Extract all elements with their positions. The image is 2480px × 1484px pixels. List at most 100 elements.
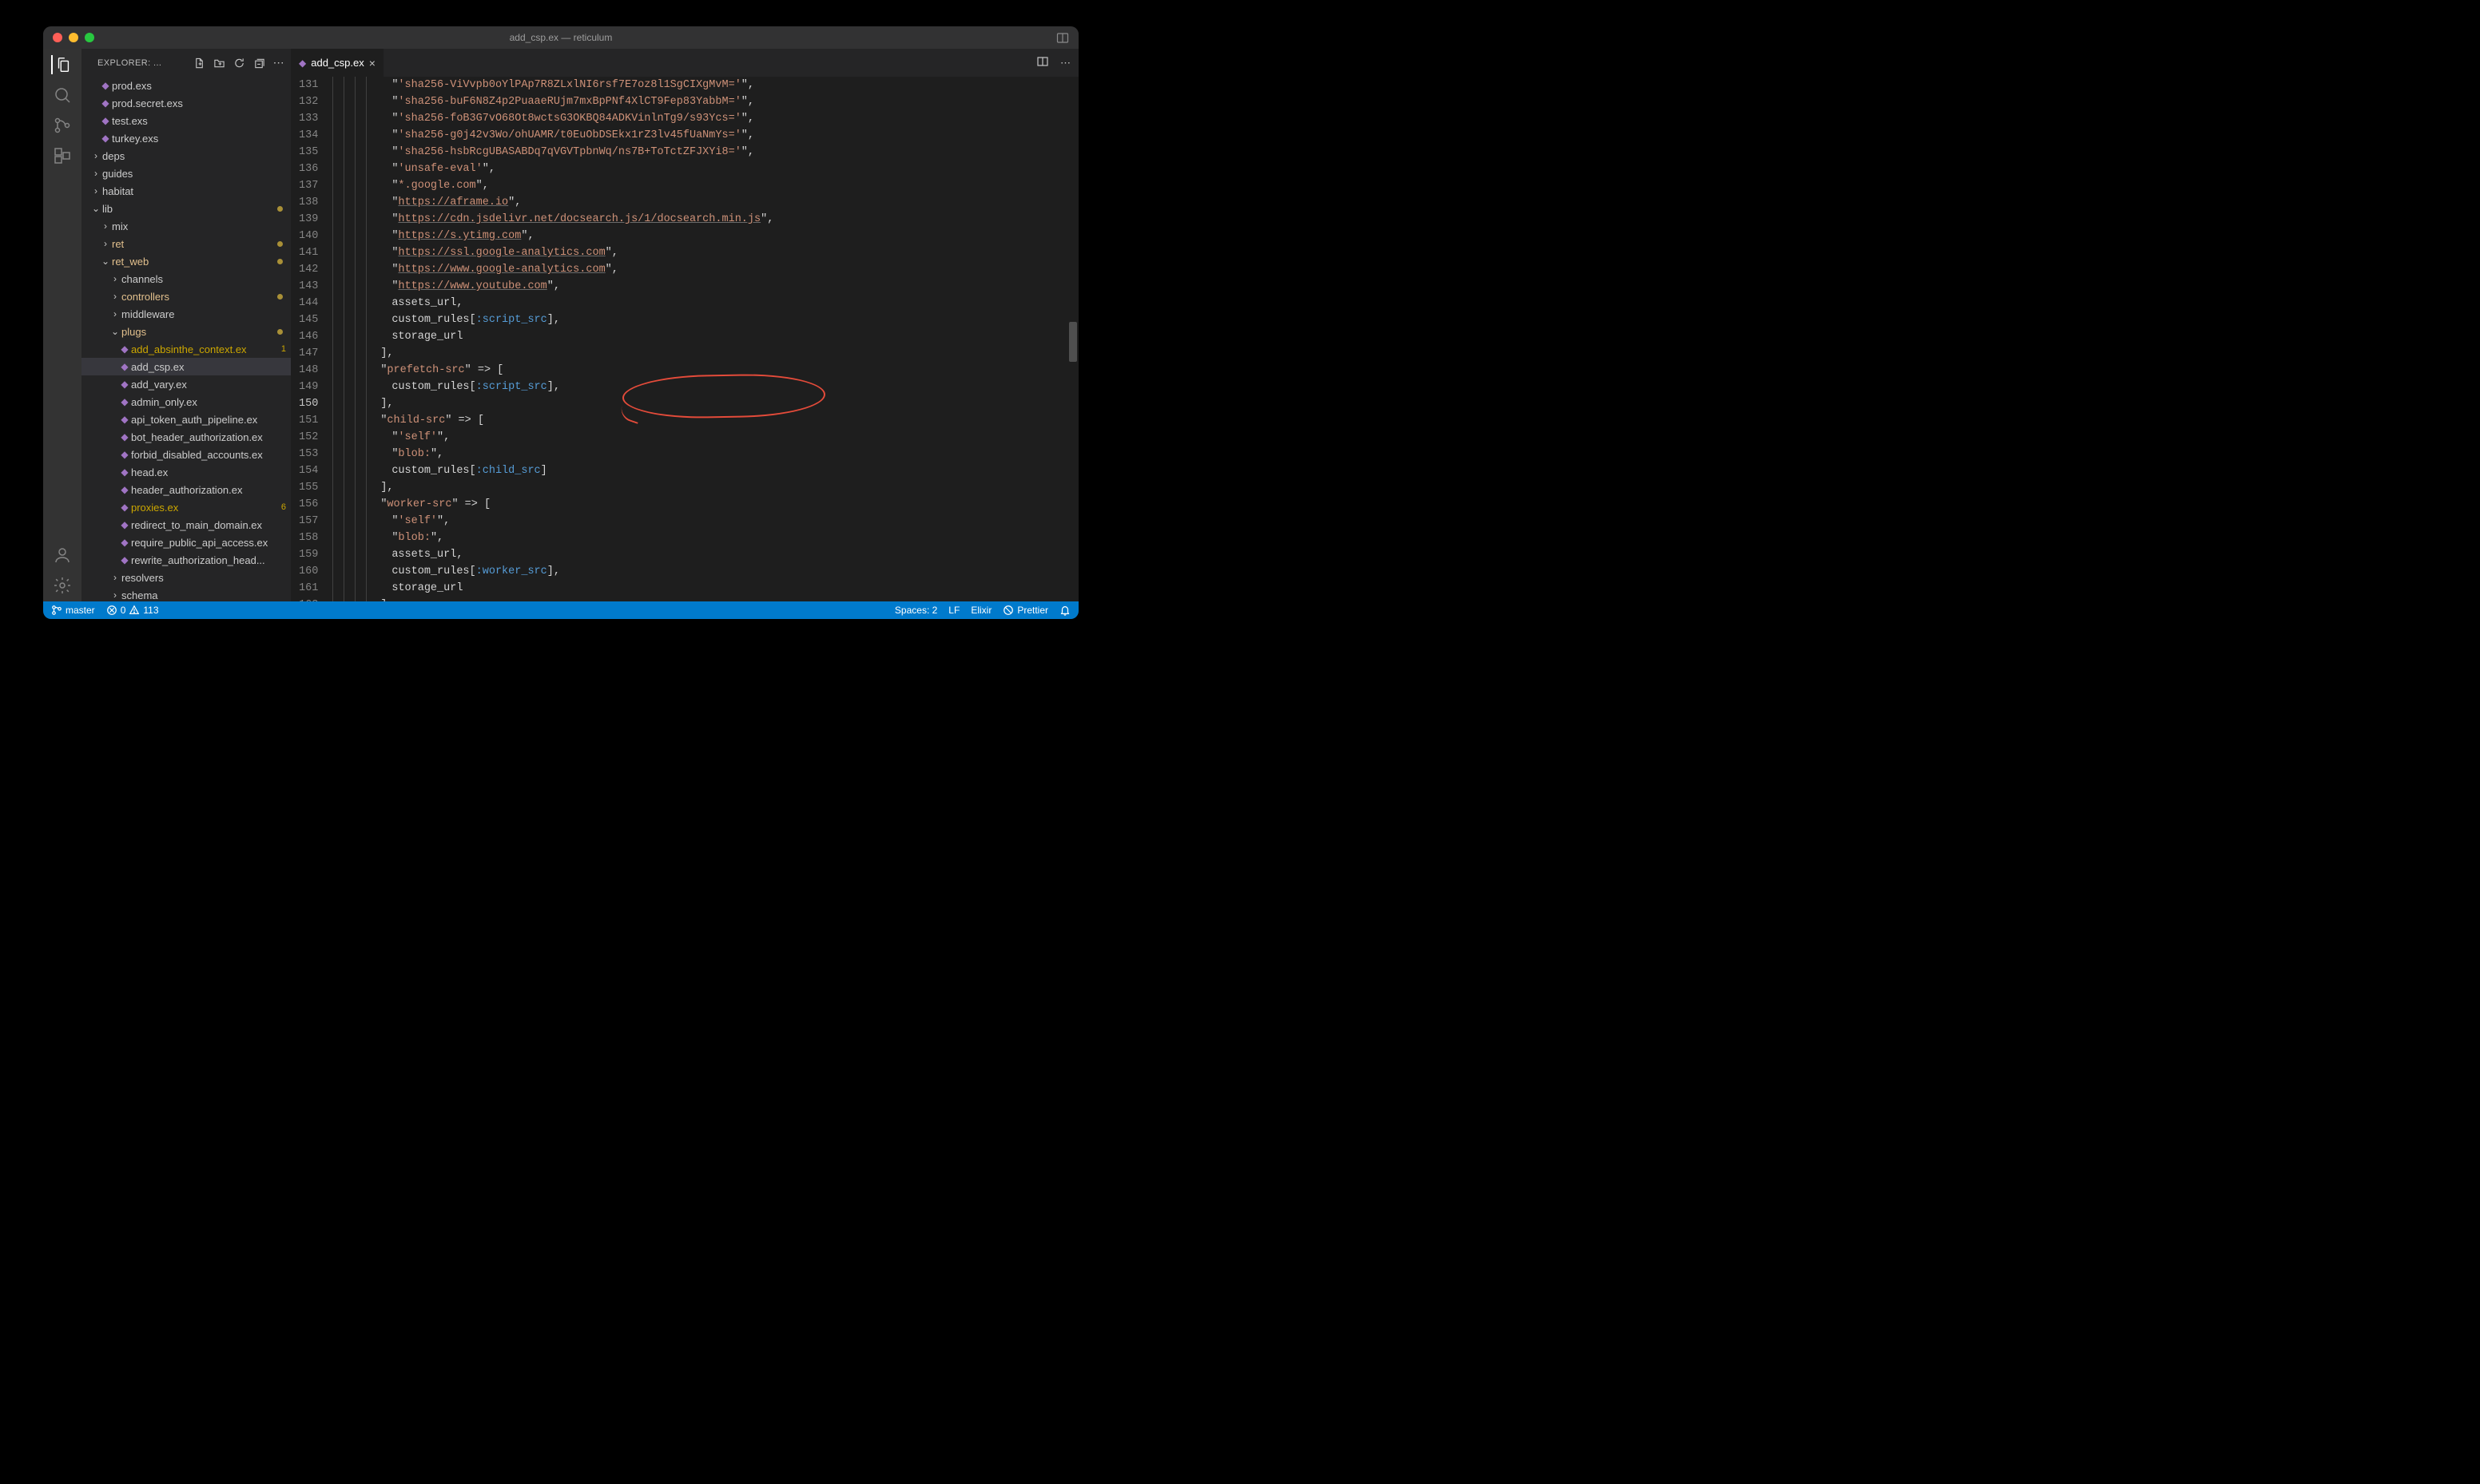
file-item[interactable]: ◆proxies.ex6 bbox=[81, 498, 291, 516]
code-line[interactable]: "blob:", bbox=[380, 530, 1079, 546]
editor-scrollbar[interactable] bbox=[1067, 77, 1079, 601]
folder-item[interactable]: ›resolvers bbox=[81, 569, 291, 586]
folder-item[interactable]: ›habitat bbox=[81, 182, 291, 200]
file-item[interactable]: ◆forbid_disabled_accounts.ex bbox=[81, 446, 291, 463]
folder-item[interactable]: ›channels bbox=[81, 270, 291, 288]
file-tree[interactable]: ◆prod.exs◆prod.secret.exs◆test.exs◆turke… bbox=[81, 77, 291, 601]
file-item[interactable]: ◆rewrite_authorization_head... bbox=[81, 551, 291, 569]
file-item[interactable]: ◆add_csp.ex bbox=[81, 358, 291, 375]
file-item[interactable]: ◆add_vary.ex bbox=[81, 375, 291, 393]
code-line[interactable]: "prefetch-src" => [ bbox=[380, 362, 1079, 379]
editor-tab[interactable]: ◆ add_csp.ex × bbox=[291, 49, 384, 77]
file-item[interactable]: ◆bot_header_authorization.ex bbox=[81, 428, 291, 446]
file-item[interactable]: ◆header_authorization.ex bbox=[81, 481, 291, 498]
code-line[interactable]: "*.google.com", bbox=[380, 177, 1079, 194]
git-branch-status[interactable]: master bbox=[51, 605, 95, 616]
folder-item[interactable]: ›schema bbox=[81, 586, 291, 601]
new-folder-icon[interactable] bbox=[213, 56, 225, 70]
code-line[interactable]: "'sha256-ViVvpb0oYlPAp7R8ZLxlNI6rsf7E7oz… bbox=[380, 77, 1079, 93]
line-number: 139 bbox=[299, 211, 318, 228]
file-item[interactable]: ◆add_absinthe_context.ex1 bbox=[81, 340, 291, 358]
refresh-icon[interactable] bbox=[233, 56, 245, 70]
search-activity-icon[interactable] bbox=[53, 85, 72, 105]
code-line[interactable]: custom_rules[:child_src] bbox=[380, 462, 1079, 479]
close-tab-icon[interactable]: × bbox=[369, 57, 376, 69]
settings-gear-icon[interactable] bbox=[53, 576, 72, 595]
code-line[interactable]: "https://ssl.google-analytics.com", bbox=[380, 244, 1079, 261]
folder-item[interactable]: ›guides bbox=[81, 165, 291, 182]
maximize-window-button[interactable] bbox=[85, 33, 94, 42]
code-line[interactable]: "blob:", bbox=[380, 446, 1079, 462]
more-icon[interactable]: ⋯ bbox=[273, 56, 284, 70]
file-item[interactable]: ◆api_token_auth_pipeline.ex bbox=[81, 411, 291, 428]
file-item[interactable]: ◆head.ex bbox=[81, 463, 291, 481]
item-label: deps bbox=[102, 150, 125, 162]
line-number: 136 bbox=[299, 161, 318, 177]
code-line[interactable]: "https://www.google-analytics.com", bbox=[380, 261, 1079, 278]
folder-item[interactable]: ›middleware bbox=[81, 305, 291, 323]
code-line[interactable]: ], bbox=[380, 597, 1079, 601]
split-editor-icon[interactable] bbox=[1036, 55, 1049, 70]
item-label: head.ex bbox=[131, 466, 168, 478]
close-window-button[interactable] bbox=[53, 33, 62, 42]
folder-item[interactable]: ›controllers bbox=[81, 288, 291, 305]
code-line[interactable]: "'sha256-g0j42v3Wo/ohUAMR/t0EuObDSEkx1rZ… bbox=[380, 127, 1079, 144]
explorer-activity-icon[interactable] bbox=[51, 55, 72, 74]
code-line[interactable]: "worker-src" => [ bbox=[380, 496, 1079, 513]
problems-status[interactable]: 0 113 bbox=[106, 605, 159, 616]
minimize-window-button[interactable] bbox=[69, 33, 78, 42]
eol-status[interactable]: LF bbox=[948, 605, 960, 616]
folder-item[interactable]: ⌄plugs bbox=[81, 323, 291, 340]
new-file-icon[interactable] bbox=[193, 56, 205, 70]
folder-item[interactable]: ⌄ret_web bbox=[81, 252, 291, 270]
file-item[interactable]: ◆turkey.exs bbox=[81, 129, 291, 147]
code-line[interactable]: ], bbox=[380, 395, 1079, 412]
layout-icon[interactable] bbox=[1056, 30, 1069, 46]
collapse-all-icon[interactable] bbox=[253, 56, 265, 70]
more-actions-icon[interactable]: ⋯ bbox=[1060, 57, 1071, 69]
code-line[interactable]: custom_rules[:worker_src], bbox=[380, 563, 1079, 580]
code-line[interactable]: "'self'", bbox=[380, 513, 1079, 530]
modified-indicator bbox=[277, 294, 283, 300]
language-status[interactable]: Elixir bbox=[971, 605, 992, 616]
file-item[interactable]: ◆prod.secret.exs bbox=[81, 94, 291, 112]
code-line[interactable]: "'unsafe-eval'", bbox=[380, 161, 1079, 177]
code-line[interactable]: storage_url bbox=[380, 580, 1079, 597]
file-item[interactable]: ◆require_public_api_access.ex bbox=[81, 534, 291, 551]
file-item[interactable]: ◆prod.exs bbox=[81, 77, 291, 94]
indentation-status[interactable]: Spaces: 2 bbox=[895, 605, 937, 616]
extensions-activity-icon[interactable] bbox=[53, 146, 72, 165]
account-icon[interactable] bbox=[53, 546, 72, 565]
code-line[interactable]: ], bbox=[380, 345, 1079, 362]
code-line[interactable]: custom_rules[:script_src], bbox=[380, 311, 1079, 328]
code-line[interactable]: "https://cdn.jsdelivr.net/docsearch.js/1… bbox=[380, 211, 1079, 228]
code-line[interactable]: ], bbox=[380, 479, 1079, 496]
code-line[interactable]: "'sha256-foB3G7vO68Ot8wctsG3OKBQ84ADKVin… bbox=[380, 110, 1079, 127]
titlebar: add_csp.ex — reticulum bbox=[43, 26, 1079, 49]
code-line[interactable]: "child-src" => [ bbox=[380, 412, 1079, 429]
code-line[interactable]: "'self'", bbox=[380, 429, 1079, 446]
code-editor[interactable]: 1311321331341351361371381391401411421431… bbox=[291, 77, 1079, 601]
code-line[interactable]: "'sha256-hsbRcgUBASABDq7qVGVTpbnWq/ns7B+… bbox=[380, 144, 1079, 161]
code-line[interactable]: assets_url, bbox=[380, 295, 1079, 311]
code-line[interactable]: "https://s.ytimg.com", bbox=[380, 228, 1079, 244]
folder-item[interactable]: ⌄lib bbox=[81, 200, 291, 217]
formatter-status[interactable]: Prettier bbox=[1003, 605, 1048, 616]
folder-item[interactable]: ›mix bbox=[81, 217, 291, 235]
code-line[interactable]: assets_url, bbox=[380, 546, 1079, 563]
file-item[interactable]: ◆admin_only.ex bbox=[81, 393, 291, 411]
scm-activity-icon[interactable] bbox=[53, 116, 72, 135]
code-line[interactable]: "https://aframe.io", bbox=[380, 194, 1079, 211]
item-label: guides bbox=[102, 168, 133, 180]
code-line[interactable]: "https://www.youtube.com", bbox=[380, 278, 1079, 295]
folder-item[interactable]: ›ret bbox=[81, 235, 291, 252]
code-content[interactable]: "'sha256-ViVvpb0oYlPAp7R8ZLxlNI6rsf7E7oz… bbox=[380, 77, 1079, 601]
code-line[interactable]: storage_url bbox=[380, 328, 1079, 345]
file-item[interactable]: ◆redirect_to_main_domain.ex bbox=[81, 516, 291, 534]
notifications-icon[interactable] bbox=[1059, 605, 1071, 616]
chevron-down-icon: ⌄ bbox=[109, 326, 121, 337]
code-line[interactable]: "'sha256-buF6N8Z4p2PuaaeRUjm7mxBpPNf4XlC… bbox=[380, 93, 1079, 110]
file-item[interactable]: ◆test.exs bbox=[81, 112, 291, 129]
folder-item[interactable]: ›deps bbox=[81, 147, 291, 165]
code-line[interactable]: custom_rules[:script_src], bbox=[380, 379, 1079, 395]
